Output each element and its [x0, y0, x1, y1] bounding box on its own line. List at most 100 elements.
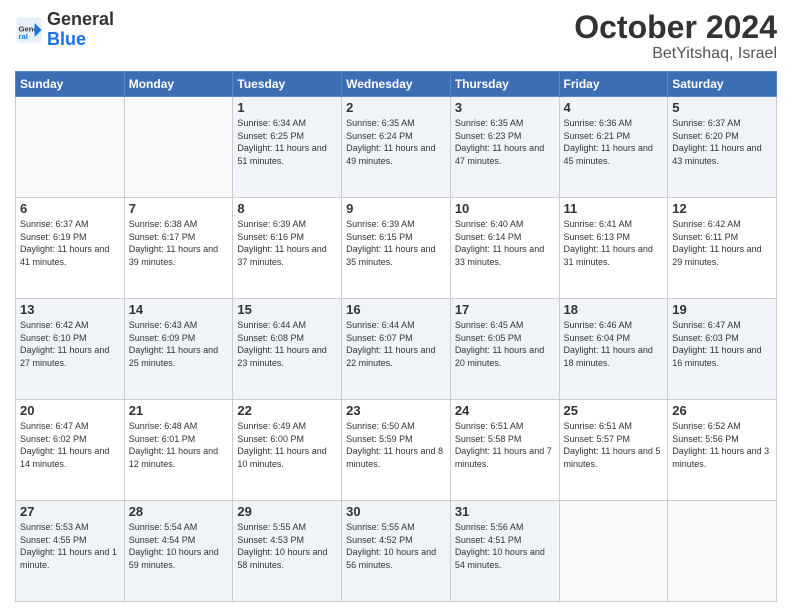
day-info: Sunrise: 6:35 AM Sunset: 6:24 PM Dayligh…: [346, 117, 446, 167]
calendar-cell: 10 Sunrise: 6:40 AM Sunset: 6:14 PM Dayli…: [450, 198, 559, 299]
calendar-cell: 8Sunrise: 6:39 AM Sunset: 6:16 PM Daylig…: [233, 198, 342, 299]
calendar-cell: 16 Sunrise: 6:44 AM Sunset: 6:07 PM Dayli…: [342, 299, 451, 400]
logo-general: General: [47, 9, 114, 29]
calendar-cell: 20 Sunrise: 6:47 AM Sunset: 6:02 PM Dayli…: [16, 400, 125, 501]
day-info: Sunrise: 6:39 AM Sunset: 6:16 PM Dayligh…: [237, 218, 337, 268]
day-info: Sunrise: 6:35 AM Sunset: 6:23 PM Dayligh…: [455, 117, 555, 167]
day-info: Sunrise: 6:39 AM Sunset: 6:15 PM Dayligh…: [346, 218, 446, 268]
day-number: 19: [672, 302, 772, 317]
calendar-cell: 15 Sunrise: 6:44 AM Sunset: 6:08 PM Dayli…: [233, 299, 342, 400]
day-number: 28: [129, 504, 229, 519]
calendar-cell: 5Sunrise: 6:37 AM Sunset: 6:20 PM Daylig…: [668, 97, 777, 198]
day-number: 24: [455, 403, 555, 418]
day-number: 21: [129, 403, 229, 418]
day-number: 12: [672, 201, 772, 216]
page: Gene ral General Blue October 2024 BetYi…: [0, 0, 792, 612]
day-number: 6: [20, 201, 120, 216]
calendar-cell: 17 Sunrise: 6:45 AM Sunset: 6:05 PM Dayli…: [450, 299, 559, 400]
calendar-cell: 23 Sunrise: 6:50 AM Sunset: 5:59 PM Dayli…: [342, 400, 451, 501]
day-info: Sunrise: 6:38 AM Sunset: 6:17 PM Dayligh…: [129, 218, 229, 268]
month-title: October 2024: [574, 10, 777, 45]
calendar-cell: 21Sunrise: 6:48 AM Sunset: 6:01 PM Dayli…: [124, 400, 233, 501]
day-number: 13: [20, 302, 120, 317]
calendar-week-row: 27Sunrise: 5:53 AM Sunset: 4:55 PM Dayli…: [16, 501, 777, 602]
day-number: 23: [346, 403, 446, 418]
calendar-cell: 6Sunrise: 6:37 AM Sunset: 6:19 PM Daylig…: [16, 198, 125, 299]
day-info: Sunrise: 6:49 AM Sunset: 6:00 PM Dayligh…: [237, 420, 337, 470]
day-number: 18: [564, 302, 664, 317]
day-number: 26: [672, 403, 772, 418]
calendar-cell: 7Sunrise: 6:38 AM Sunset: 6:17 PM Daylig…: [124, 198, 233, 299]
calendar-cell: 2 Sunrise: 6:35 AM Sunset: 6:24 PM Daylig…: [342, 97, 451, 198]
calendar-cell: 31 Sunrise: 5:56 AM Sunset: 4:51 PM Dayli…: [450, 501, 559, 602]
day-info: Sunrise: 6:34 AM Sunset: 6:25 PM Dayligh…: [237, 117, 337, 167]
day-info: Sunrise: 6:51 AM Sunset: 5:58 PM Dayligh…: [455, 420, 555, 470]
calendar-cell: 28 Sunrise: 5:54 AM Sunset: 4:54 PM Dayli…: [124, 501, 233, 602]
calendar-day-header: Friday: [559, 72, 668, 97]
day-number: 9: [346, 201, 446, 216]
calendar-day-header: Sunday: [16, 72, 125, 97]
day-number: 15: [237, 302, 337, 317]
day-number: 29: [237, 504, 337, 519]
day-number: 14: [129, 302, 229, 317]
calendar-cell: 30 Sunrise: 5:55 AM Sunset: 4:52 PM Dayli…: [342, 501, 451, 602]
day-info: Sunrise: 6:42 AM Sunset: 6:11 PM Dayligh…: [672, 218, 772, 268]
svg-text:ral: ral: [19, 32, 28, 41]
day-info: Sunrise: 6:46 AM Sunset: 6:04 PM Dayligh…: [564, 319, 664, 369]
calendar-cell: 11Sunrise: 6:41 AM Sunset: 6:13 PM Dayli…: [559, 198, 668, 299]
day-number: 31: [455, 504, 555, 519]
day-info: Sunrise: 6:37 AM Sunset: 6:20 PM Dayligh…: [672, 117, 772, 167]
day-info: Sunrise: 6:52 AM Sunset: 5:56 PM Dayligh…: [672, 420, 772, 470]
calendar-cell: 26 Sunrise: 6:52 AM Sunset: 5:56 PM Dayli…: [668, 400, 777, 501]
day-info: Sunrise: 6:45 AM Sunset: 6:05 PM Dayligh…: [455, 319, 555, 369]
calendar-day-header: Saturday: [668, 72, 777, 97]
calendar-day-header: Thursday: [450, 72, 559, 97]
day-info: Sunrise: 5:56 AM Sunset: 4:51 PM Dayligh…: [455, 521, 555, 571]
day-info: Sunrise: 6:50 AM Sunset: 5:59 PM Dayligh…: [346, 420, 446, 470]
calendar-day-header: Monday: [124, 72, 233, 97]
calendar-week-row: 1 Sunrise: 6:34 AM Sunset: 6:25 PM Daylig…: [16, 97, 777, 198]
calendar-cell: 22Sunrise: 6:49 AM Sunset: 6:00 PM Dayli…: [233, 400, 342, 501]
day-info: Sunrise: 5:55 AM Sunset: 4:53 PM Dayligh…: [237, 521, 337, 571]
calendar-cell: [668, 501, 777, 602]
logo-text: General Blue: [47, 10, 114, 50]
calendar-cell: 27Sunrise: 5:53 AM Sunset: 4:55 PM Dayli…: [16, 501, 125, 602]
day-info: Sunrise: 5:54 AM Sunset: 4:54 PM Dayligh…: [129, 521, 229, 571]
calendar-header-row: SundayMondayTuesdayWednesdayThursdayFrid…: [16, 72, 777, 97]
logo: Gene ral General Blue: [15, 10, 114, 50]
logo-icon: Gene ral: [15, 16, 43, 44]
calendar-cell: 25Sunrise: 6:51 AM Sunset: 5:57 PM Dayli…: [559, 400, 668, 501]
day-info: Sunrise: 5:53 AM Sunset: 4:55 PM Dayligh…: [20, 521, 120, 571]
day-info: Sunrise: 6:51 AM Sunset: 5:57 PM Dayligh…: [564, 420, 664, 470]
calendar-cell: 19Sunrise: 6:47 AM Sunset: 6:03 PM Dayli…: [668, 299, 777, 400]
title-block: October 2024 BetYitshaq, Israel: [574, 10, 777, 63]
calendar-cell: 18 Sunrise: 6:46 AM Sunset: 6:04 PM Dayli…: [559, 299, 668, 400]
day-number: 2: [346, 100, 446, 115]
calendar-cell: 12 Sunrise: 6:42 AM Sunset: 6:11 PM Dayli…: [668, 198, 777, 299]
day-info: Sunrise: 5:55 AM Sunset: 4:52 PM Dayligh…: [346, 521, 446, 571]
day-number: 30: [346, 504, 446, 519]
day-number: 17: [455, 302, 555, 317]
day-number: 20: [20, 403, 120, 418]
calendar-cell: 14Sunrise: 6:43 AM Sunset: 6:09 PM Dayli…: [124, 299, 233, 400]
day-info: Sunrise: 6:44 AM Sunset: 6:08 PM Dayligh…: [237, 319, 337, 369]
day-info: Sunrise: 6:36 AM Sunset: 6:21 PM Dayligh…: [564, 117, 664, 167]
location: BetYitshaq, Israel: [574, 45, 777, 63]
calendar-cell: 9 Sunrise: 6:39 AM Sunset: 6:15 PM Daylig…: [342, 198, 451, 299]
day-info: Sunrise: 6:44 AM Sunset: 6:07 PM Dayligh…: [346, 319, 446, 369]
day-number: 16: [346, 302, 446, 317]
day-info: Sunrise: 6:41 AM Sunset: 6:13 PM Dayligh…: [564, 218, 664, 268]
calendar-table: SundayMondayTuesdayWednesdayThursdayFrid…: [15, 71, 777, 602]
calendar-day-header: Tuesday: [233, 72, 342, 97]
day-info: Sunrise: 6:42 AM Sunset: 6:10 PM Dayligh…: [20, 319, 120, 369]
calendar-day-header: Wednesday: [342, 72, 451, 97]
calendar-cell: 13 Sunrise: 6:42 AM Sunset: 6:10 PM Dayli…: [16, 299, 125, 400]
day-info: Sunrise: 6:47 AM Sunset: 6:02 PM Dayligh…: [20, 420, 120, 470]
day-number: 1: [237, 100, 337, 115]
day-number: 10: [455, 201, 555, 216]
day-number: 3: [455, 100, 555, 115]
calendar-cell: [16, 97, 125, 198]
calendar-cell: 4Sunrise: 6:36 AM Sunset: 6:21 PM Daylig…: [559, 97, 668, 198]
day-info: Sunrise: 6:40 AM Sunset: 6:14 PM Dayligh…: [455, 218, 555, 268]
calendar-week-row: 20 Sunrise: 6:47 AM Sunset: 6:02 PM Dayli…: [16, 400, 777, 501]
